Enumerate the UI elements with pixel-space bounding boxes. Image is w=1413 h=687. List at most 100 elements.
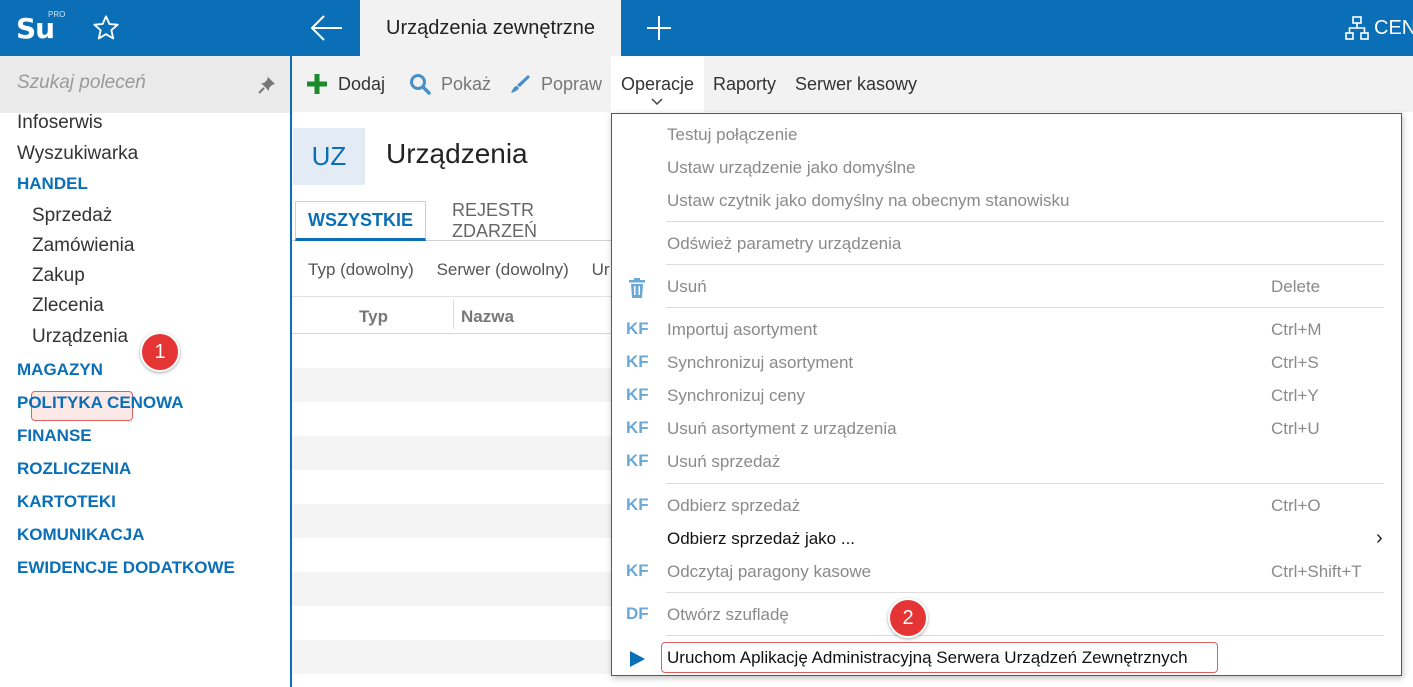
sidebar-section-handel[interactable]: HANDEL	[17, 174, 88, 194]
menu-item-0[interactable]: Testuj połączenie	[612, 119, 1401, 152]
menu-item-label: Usuń sprzedaż	[667, 452, 781, 471]
table-row[interactable]	[292, 538, 612, 572]
sidebar-item-sprzedaz[interactable]: Sprzedaż	[32, 205, 112, 227]
star-icon	[93, 15, 119, 40]
table-row[interactable]	[292, 402, 612, 436]
menu-item-3[interactable]: Odśwież parametry urządzenia	[612, 228, 1401, 261]
tab-all[interactable]: WSZYSTKIE	[295, 201, 427, 241]
sidebar-section-rozliczenia[interactable]: ROZLICZENIA	[17, 459, 131, 479]
menu-separator	[666, 635, 1384, 636]
menu-separator	[666, 307, 1384, 308]
chevron-down-icon	[651, 98, 663, 106]
tab-urzadzenia-zewnetrzne[interactable]: Urządzenia zewnętrzne	[360, 0, 621, 56]
new-tab-button[interactable]	[621, 0, 695, 56]
menu-item-7[interactable]: KF Synchronizuj ceny Ctrl+Y	[612, 380, 1401, 413]
sidebar-section-kartoteki[interactable]: KARTOTEKI	[17, 492, 116, 512]
menu-item-label: Synchronizuj asortyment	[667, 353, 854, 372]
column-header-type[interactable]: Typ	[359, 307, 388, 327]
organization-label: CEN	[1374, 16, 1413, 39]
module-code: UZ	[293, 128, 365, 185]
edit-button[interactable]: Popraw	[509, 56, 602, 112]
add-button[interactable]: Dodaj	[306, 56, 385, 112]
menu-item-2[interactable]: Ustaw czytnik jako domyślny na obecnym s…	[612, 185, 1401, 218]
menu-item-label: Synchronizuj ceny	[667, 386, 805, 405]
view-tabs: WSZYSTKIE REJESTR ZDARZEŃ	[292, 200, 612, 241]
organization-button[interactable]: CEN	[1344, 14, 1413, 42]
sidebar-section-ewidencje-dodatkowe[interactable]: EWIDENCJE DODATKOWE	[17, 558, 235, 578]
favorites-button[interactable]	[70, 0, 292, 56]
menu-item-shortcut: Ctrl+S	[1271, 353, 1319, 372]
operations-dropdown-menu: Testuj połączenie Ustaw urządzenie jako d…	[611, 113, 1402, 676]
page-title: Urządzenia	[386, 138, 528, 169]
menu-item-shortcut: Ctrl+U	[1271, 419, 1320, 438]
menu-item-shortcut: Ctrl+Y	[1271, 386, 1319, 405]
menu-item-13[interactable]: DF Otwórz szufladę	[612, 599, 1401, 632]
filters: Typ (dowolny) Serwer (dowolny) Ur	[308, 260, 628, 280]
table-row[interactable]	[292, 470, 612, 504]
sidebar-item-wyszukiwarka[interactable]: Wyszukiwarka	[17, 143, 138, 165]
sidebar-item-zamowienia[interactable]: Zamówienia	[32, 235, 134, 257]
menu-item-tag: KF	[626, 319, 649, 338]
show-button[interactable]: Pokaż	[409, 56, 491, 112]
table-row[interactable]	[292, 368, 612, 402]
filter-server[interactable]: Serwer (dowolny)	[437, 260, 569, 279]
menu-item-11[interactable]: Odbierz sprzedaż jako ... ›	[612, 523, 1401, 556]
sidebar-item-urzadzenia[interactable]: Urządzenia	[32, 326, 128, 348]
menu-item-tag: KF	[626, 385, 649, 404]
sidebar-item-infoserwis[interactable]: Infoserwis	[17, 112, 103, 134]
menu-item-1[interactable]: Ustaw urządzenie jako domyślne	[612, 152, 1401, 185]
tab-event-log[interactable]: REJESTR ZDARZEŃ	[452, 200, 612, 241]
search-icon	[410, 74, 431, 95]
menu-separator	[666, 264, 1384, 265]
command-search-input[interactable]	[17, 72, 237, 94]
sidebar-section-polityka-cenowa[interactable]: POLITYKA CENOWA	[17, 393, 184, 413]
table-row[interactable]	[292, 334, 612, 368]
sidebar-item-zakup[interactable]: Zakup	[32, 265, 85, 287]
menu-item-shortcut: Delete	[1271, 277, 1321, 296]
cash-server-menu-button[interactable]: Serwer kasowy	[795, 56, 917, 112]
pin-icon[interactable]	[258, 76, 276, 94]
column-divider[interactable]	[453, 299, 454, 329]
sidebar: Infoserwis Wyszukiwarka HANDEL Sprzedaż Zamó…	[0, 56, 292, 687]
menu-item-shortcut: Ctrl+Shift+T	[1271, 562, 1362, 581]
menu-item-shortcut: Ctrl+O	[1271, 496, 1321, 515]
network-icon	[1345, 16, 1369, 40]
top-bar: Su PRO Urządzenia zewnętrzne CEN	[0, 0, 1413, 56]
back-button[interactable]	[292, 0, 360, 56]
command-search	[0, 56, 290, 113]
menu-item-tag: DF	[626, 604, 649, 623]
menu-item-5[interactable]: KF Importuj asortyment Ctrl+M	[612, 314, 1401, 347]
table-row[interactable]	[292, 606, 612, 640]
menu-item-tag: KF	[626, 451, 649, 470]
menu-item-shortcut: Ctrl+M	[1271, 320, 1322, 339]
table-row[interactable]	[292, 640, 612, 674]
menu-item-6[interactable]: KF Synchronizuj asortyment Ctrl+S	[612, 347, 1401, 380]
table-row[interactable]	[292, 436, 612, 470]
sidebar-section-finanse[interactable]: FINANSE	[17, 426, 92, 446]
show-label: Pokaż	[441, 73, 492, 94]
toolbar: Dodaj Pokaż Popraw Operacje Raporty Serw…	[292, 56, 1413, 112]
menu-item-label: Ustaw czytnik jako domyślny na obecnym s…	[667, 191, 1070, 210]
menu-item-4[interactable]: Usuń Delete	[612, 271, 1401, 304]
menu-item-tag: KF	[626, 352, 649, 371]
table-row[interactable]	[292, 504, 612, 538]
menu-item-tag: KF	[626, 495, 649, 514]
table-row[interactable]	[292, 572, 612, 606]
sidebar-section-magazyn[interactable]: MAGAZYN	[17, 360, 103, 380]
sidebar-section-komunikacja[interactable]: KOMUNIKACJA	[17, 525, 145, 545]
reports-menu-button[interactable]: Raporty	[713, 56, 776, 112]
menu-item-10[interactable]: KF Odbierz sprzedaż Ctrl+O	[612, 490, 1401, 523]
arrow-left-icon	[310, 15, 342, 41]
menu-item-8[interactable]: KF Usuń asortyment z urządzenia Ctrl+U	[612, 413, 1401, 446]
menu-item-label: Ustaw urządzenie jako domyślne	[667, 158, 916, 177]
menu-item-9[interactable]: KF Usuń sprzedaż	[612, 446, 1401, 479]
menu-item-12[interactable]: KF Odczytaj paragony kasowe Ctrl+Shift+T	[612, 556, 1401, 589]
sidebar-item-zlecenia[interactable]: Zlecenia	[32, 295, 104, 317]
menu-item-label: Odbierz sprzedaż jako ...	[667, 529, 856, 548]
filter-more[interactable]: Ur	[592, 260, 610, 279]
app-logo[interactable]: Su PRO	[0, 0, 70, 56]
column-header-name[interactable]: Nazwa	[461, 307, 514, 327]
trash-icon	[629, 278, 645, 298]
filter-type[interactable]: Typ (dowolny)	[308, 260, 414, 279]
plus-icon	[647, 16, 671, 40]
